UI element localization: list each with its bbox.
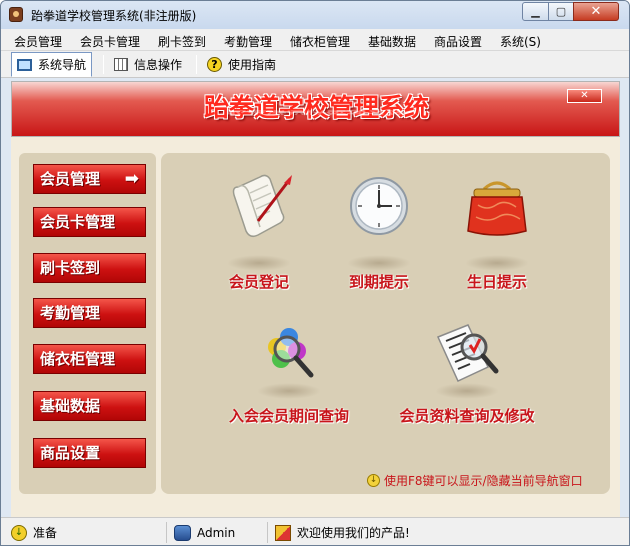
tab-label: 使用指南	[228, 58, 277, 72]
arrow-right-icon: ➡	[124, 169, 139, 189]
sidebar-item-card-checkin[interactable]: 刷卡签到	[33, 253, 146, 283]
icon-shadow	[465, 255, 529, 271]
sidebar-item-label: 储衣柜管理	[40, 350, 116, 368]
window-title: 跆拳道学校管理系统(非注册版)	[31, 9, 197, 23]
feature-label: 会员资料查询及修改	[399, 407, 535, 425]
icon-shadow	[347, 255, 411, 271]
document-magnifier-icon	[436, 324, 499, 382]
status-separator	[166, 522, 167, 543]
app-icon	[9, 7, 23, 22]
monitor-icon	[17, 58, 32, 71]
sidebar-item-label: 商品设置	[40, 444, 101, 462]
gift-icon	[275, 524, 291, 541]
tab-information-operations[interactable]: 信息操作	[109, 52, 187, 77]
menu-member-management[interactable]: 会员管理	[14, 33, 62, 50]
sidebar-item-card-management[interactable]: 会员卡管理	[33, 207, 146, 237]
tab-label: 系统导航	[38, 58, 87, 72]
hint-text: 使用F8键可以显示/隐藏当前导航窗口	[384, 474, 583, 488]
menu-card-checkin[interactable]: 刷卡签到	[158, 33, 206, 50]
icon-shadow	[227, 255, 291, 271]
feature-expiry-reminder[interactable]: 到期提示	[329, 173, 429, 293]
sidebar-item-member-management[interactable]: 会员管理 ➡	[33, 164, 146, 194]
close-button[interactable]: ✕	[573, 2, 619, 21]
sidebar-item-label: 考勤管理	[40, 304, 101, 322]
toolbar: 系统导航 信息操作 ? 使用指南	[1, 51, 629, 78]
status-welcome: 欢迎使用我们的产品!	[275, 523, 410, 542]
menu-bar: 会员管理 会员卡管理 刷卡签到 考勤管理 储衣柜管理 基础数据 商品设置 系统(…	[1, 29, 629, 51]
icon-shadow	[257, 383, 321, 399]
sidebar-item-locker-management[interactable]: 储衣柜管理	[33, 344, 146, 374]
feature-label: 生日提示	[466, 273, 527, 291]
feature-member-info-edit[interactable]: 会员资料查询及修改	[387, 317, 547, 427]
table-icon	[114, 58, 128, 71]
feature-member-registration[interactable]: 会员登记	[209, 173, 309, 293]
menu-basic-data[interactable]: 基础数据	[368, 33, 416, 50]
tab-label: 信息操作	[134, 58, 183, 72]
status-welcome-text: 欢迎使用我们的产品!	[297, 526, 410, 540]
sidebar-item-label: 会员管理	[40, 170, 101, 188]
sidebar-item-label: 会员卡管理	[40, 213, 116, 231]
hint-icon: ↓	[367, 474, 380, 487]
tab-user-guide[interactable]: ? 使用指南	[202, 52, 281, 77]
help-icon: ?	[207, 57, 222, 72]
feature-panel: 会员登记 到期提示 生日提示 入会会员期间查询 会员资料查询及修改	[161, 153, 610, 494]
app-window: 跆拳道学校管理系统(非注册版) ▁ ▢ ✕ 会员管理 会员卡管理 刷卡签到 考勤…	[0, 0, 630, 546]
colorful-magnifier-icon	[268, 328, 314, 378]
red-purse-icon	[467, 181, 527, 236]
feature-label: 到期提示	[348, 273, 409, 291]
menu-card-management[interactable]: 会员卡管理	[80, 33, 140, 50]
toolbar-separator	[103, 55, 104, 74]
banner-title-reflection: 跆拳道学校管理系统	[12, 110, 621, 118]
tab-system-navigation[interactable]: 系统导航	[11, 52, 93, 77]
menu-product-settings[interactable]: 商品设置	[434, 33, 482, 50]
banner: 跆拳道学校管理系统 跆拳道学校管理系统 ✕	[11, 81, 620, 137]
status-user: Admin	[174, 523, 235, 542]
status-ready-text: 准备	[33, 526, 58, 540]
clock-icon	[350, 177, 408, 235]
toolbar-separator	[196, 55, 197, 74]
scroll-quill-icon	[232, 174, 292, 238]
title-bar[interactable]: 跆拳道学校管理系统(非注册版) ▁ ▢ ✕	[1, 1, 629, 29]
minimize-button[interactable]: ▁	[522, 2, 549, 21]
status-bar: ↓ 准备 Admin 欢迎使用我们的产品!	[1, 517, 629, 545]
feature-birthday-reminder[interactable]: 生日提示	[447, 173, 547, 293]
feature-label: 会员登记	[228, 273, 289, 291]
maximize-button[interactable]: ▢	[548, 2, 574, 21]
icon-shadow	[435, 383, 499, 399]
status-separator	[267, 522, 268, 543]
menu-system[interactable]: 系统(S)	[500, 33, 541, 50]
sidebar-item-product-settings[interactable]: 商品设置	[33, 438, 146, 468]
sidebar: 会员管理 ➡ 会员卡管理 刷卡签到 考勤管理 储衣柜管理 基础数据 商品设置	[19, 153, 156, 494]
menu-attendance[interactable]: 考勤管理	[224, 33, 272, 50]
status-user-text: Admin	[197, 525, 236, 540]
feature-label: 入会会员期间查询	[228, 407, 349, 425]
feature-membership-period-query[interactable]: 入会会员期间查询	[219, 317, 359, 427]
f8-hint: ↓ 使用F8键可以显示/隐藏当前导航窗口	[367, 472, 583, 489]
menu-locker-management[interactable]: 储衣柜管理	[290, 33, 350, 50]
sidebar-item-attendance[interactable]: 考勤管理	[33, 298, 146, 328]
banner-close-button[interactable]: ✕	[567, 89, 602, 103]
banner-title: 跆拳道学校管理系统	[203, 93, 429, 122]
status-ready: ↓ 准备	[11, 523, 57, 542]
user-icon	[174, 524, 191, 541]
sidebar-item-label: 刷卡签到	[40, 259, 101, 277]
sidebar-item-label: 基础数据	[40, 397, 101, 415]
ready-icon: ↓	[11, 524, 27, 541]
sidebar-item-basic-data[interactable]: 基础数据	[33, 391, 146, 421]
